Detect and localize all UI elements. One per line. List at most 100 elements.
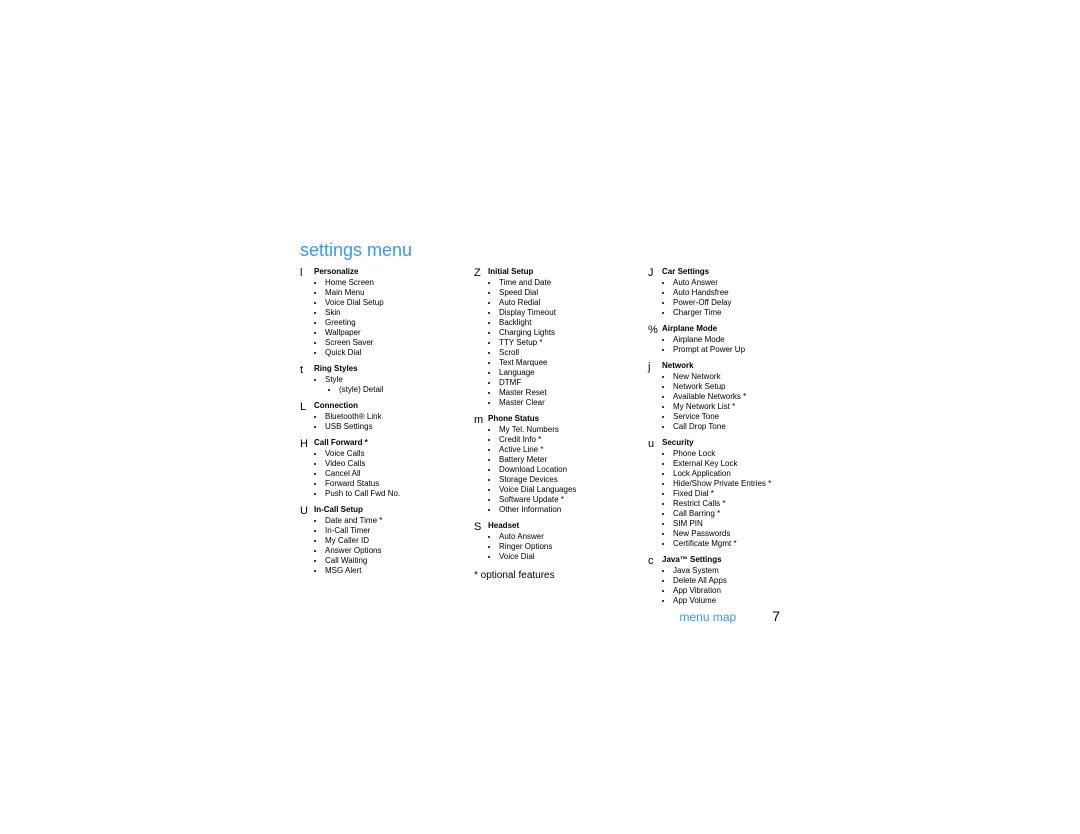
- list-item: Screen Saver: [325, 338, 460, 348]
- section-items: Voice CallsVideo CallsCancel AllForward …: [325, 449, 460, 499]
- list-item: Auto Redial: [499, 298, 634, 308]
- list-item: Auto Answer: [673, 278, 808, 288]
- list-item: My Network List *: [673, 402, 808, 412]
- section-body: Phone StatusMy Tel. NumbersCredit Info *…: [488, 414, 634, 515]
- list-item: Language: [499, 368, 634, 378]
- list-item: Power-Off Delay: [673, 298, 808, 308]
- list-item: Quick Dial: [325, 348, 460, 358]
- section-body: HeadsetAuto AnswerRinger OptionsVoice Di…: [488, 521, 634, 562]
- list-item: Active Line *: [499, 445, 634, 455]
- list-item: Battery Meter: [499, 455, 634, 465]
- list-item: Call Waiting: [325, 556, 460, 566]
- column: lPersonalizeHome ScreenMain MenuVoice Di…: [300, 267, 460, 612]
- section-title: Car Settings: [662, 267, 808, 277]
- section-title: Headset: [488, 521, 634, 531]
- list-item: Voice Dial Setup: [325, 298, 460, 308]
- section-body: ConnectionBluetooth® LinkUSB Settings: [314, 401, 460, 432]
- list-item: Date and Time *: [325, 516, 460, 526]
- list-item: Skin: [325, 308, 460, 318]
- list-item: My Caller ID: [325, 536, 460, 546]
- list-item: Backlight: [499, 318, 634, 328]
- list-item: Master Clear: [499, 398, 634, 408]
- list-item: Time and Date: [499, 278, 634, 288]
- section-body: Airplane ModeAirplane ModePrompt at Powe…: [662, 324, 808, 355]
- list-item: Download Location: [499, 465, 634, 475]
- list-item: Style: [325, 375, 460, 385]
- section-body: Car SettingsAuto AnswerAuto HandsfreePow…: [662, 267, 808, 318]
- section-symbol: u: [648, 438, 662, 549]
- list-item: Phone Lock: [673, 449, 808, 459]
- list-item: USB Settings: [325, 422, 460, 432]
- section-body: SecurityPhone LockExternal Key LockLock …: [662, 438, 808, 549]
- list-item: Scroll: [499, 348, 634, 358]
- section-symbol: Z: [474, 267, 488, 408]
- section-symbol: c: [648, 555, 662, 606]
- list-item: Speed Dial: [499, 288, 634, 298]
- section-body: Java™ SettingsJava SystemDelete All Apps…: [662, 555, 808, 606]
- list-item: Available Networks *: [673, 392, 808, 402]
- section-title: In-Call Setup: [314, 505, 460, 515]
- list-item: App Vibration: [673, 586, 808, 596]
- list-item: Network Setup: [673, 382, 808, 392]
- document-page: settings menu lPersonalizeHome ScreenMai…: [0, 0, 1080, 834]
- list-item: Charging Lights: [499, 328, 634, 338]
- section-items: Phone LockExternal Key LockLock Applicat…: [673, 449, 808, 549]
- section-title: Connection: [314, 401, 460, 411]
- list-item: SIM PIN: [673, 519, 808, 529]
- section-items: Auto AnswerRinger OptionsVoice Dial: [499, 532, 634, 562]
- section-items: Airplane ModePrompt at Power Up: [673, 335, 808, 355]
- section: UIn-Call SetupDate and Time *In-Call Tim…: [300, 505, 460, 576]
- section-symbol: l: [300, 267, 314, 358]
- section-body: Ring StylesStyle(style) Detail: [314, 364, 460, 395]
- list-item: Delete All Apps: [673, 576, 808, 586]
- list-item: Text Marquee: [499, 358, 634, 368]
- list-item: Other Information: [499, 505, 634, 515]
- list-item: Software Update *: [499, 495, 634, 505]
- section-symbol: t: [300, 364, 314, 395]
- section-symbol: J: [648, 267, 662, 318]
- list-item: Auto Handsfree: [673, 288, 808, 298]
- list-item: Service Tone: [673, 412, 808, 422]
- list-item: Video Calls: [325, 459, 460, 469]
- list-item: TTY Setup *: [499, 338, 634, 348]
- section-title: Ring Styles: [314, 364, 460, 374]
- list-item: Answer Options: [325, 546, 460, 556]
- section-symbol: j: [648, 361, 662, 432]
- section-symbol: m: [474, 414, 488, 515]
- section-title: Network: [662, 361, 808, 371]
- list-item: Call Drop Tone: [673, 422, 808, 432]
- section-title: Security: [662, 438, 808, 448]
- section-items: Home ScreenMain MenuVoice Dial SetupSkin…: [325, 278, 460, 358]
- section-title: Java™ Settings: [662, 555, 808, 565]
- section-symbol: L: [300, 401, 314, 432]
- list-item: Hide/Show Private Entries *: [673, 479, 808, 489]
- section-items: New NetworkNetwork SetupAvailable Networ…: [673, 372, 808, 432]
- footer-label: menu map: [680, 610, 737, 624]
- section: mPhone StatusMy Tel. NumbersCredit Info …: [474, 414, 634, 515]
- list-item: Restrict Calls *: [673, 499, 808, 509]
- section-items: Bluetooth® LinkUSB Settings: [325, 412, 460, 432]
- section-title: Airplane Mode: [662, 324, 808, 334]
- list-item: Storage Devices: [499, 475, 634, 485]
- list-item: Wallpaper: [325, 328, 460, 338]
- section-body: PersonalizeHome ScreenMain MenuVoice Dia…: [314, 267, 460, 358]
- list-item: Forward Status: [325, 479, 460, 489]
- column: ZInitial SetupTime and DateSpeed DialAut…: [474, 267, 634, 612]
- section-items: Date and Time *In-Call TimerMy Caller ID…: [325, 516, 460, 576]
- list-item: Java System: [673, 566, 808, 576]
- list-item: New Passwords: [673, 529, 808, 539]
- list-item: Certificate Mgmt *: [673, 539, 808, 549]
- section: lPersonalizeHome ScreenMain MenuVoice Di…: [300, 267, 460, 358]
- list-item: New Network: [673, 372, 808, 382]
- section-items: Java SystemDelete All AppsApp VibrationA…: [673, 566, 808, 606]
- list-item: Airplane Mode: [673, 335, 808, 345]
- section-body: In-Call SetupDate and Time *In-Call Time…: [314, 505, 460, 576]
- list-item: MSG Alert: [325, 566, 460, 576]
- list-item: Voice Calls: [325, 449, 460, 459]
- section-body: NetworkNew NetworkNetwork SetupAvailable…: [662, 361, 808, 432]
- section: JCar SettingsAuto AnswerAuto HandsfreePo…: [648, 267, 808, 318]
- list-item: Voice Dial: [499, 552, 634, 562]
- section-title: Initial Setup: [488, 267, 634, 277]
- section-items: Time and DateSpeed DialAuto RedialDispla…: [499, 278, 634, 408]
- list-item: My Tel. Numbers: [499, 425, 634, 435]
